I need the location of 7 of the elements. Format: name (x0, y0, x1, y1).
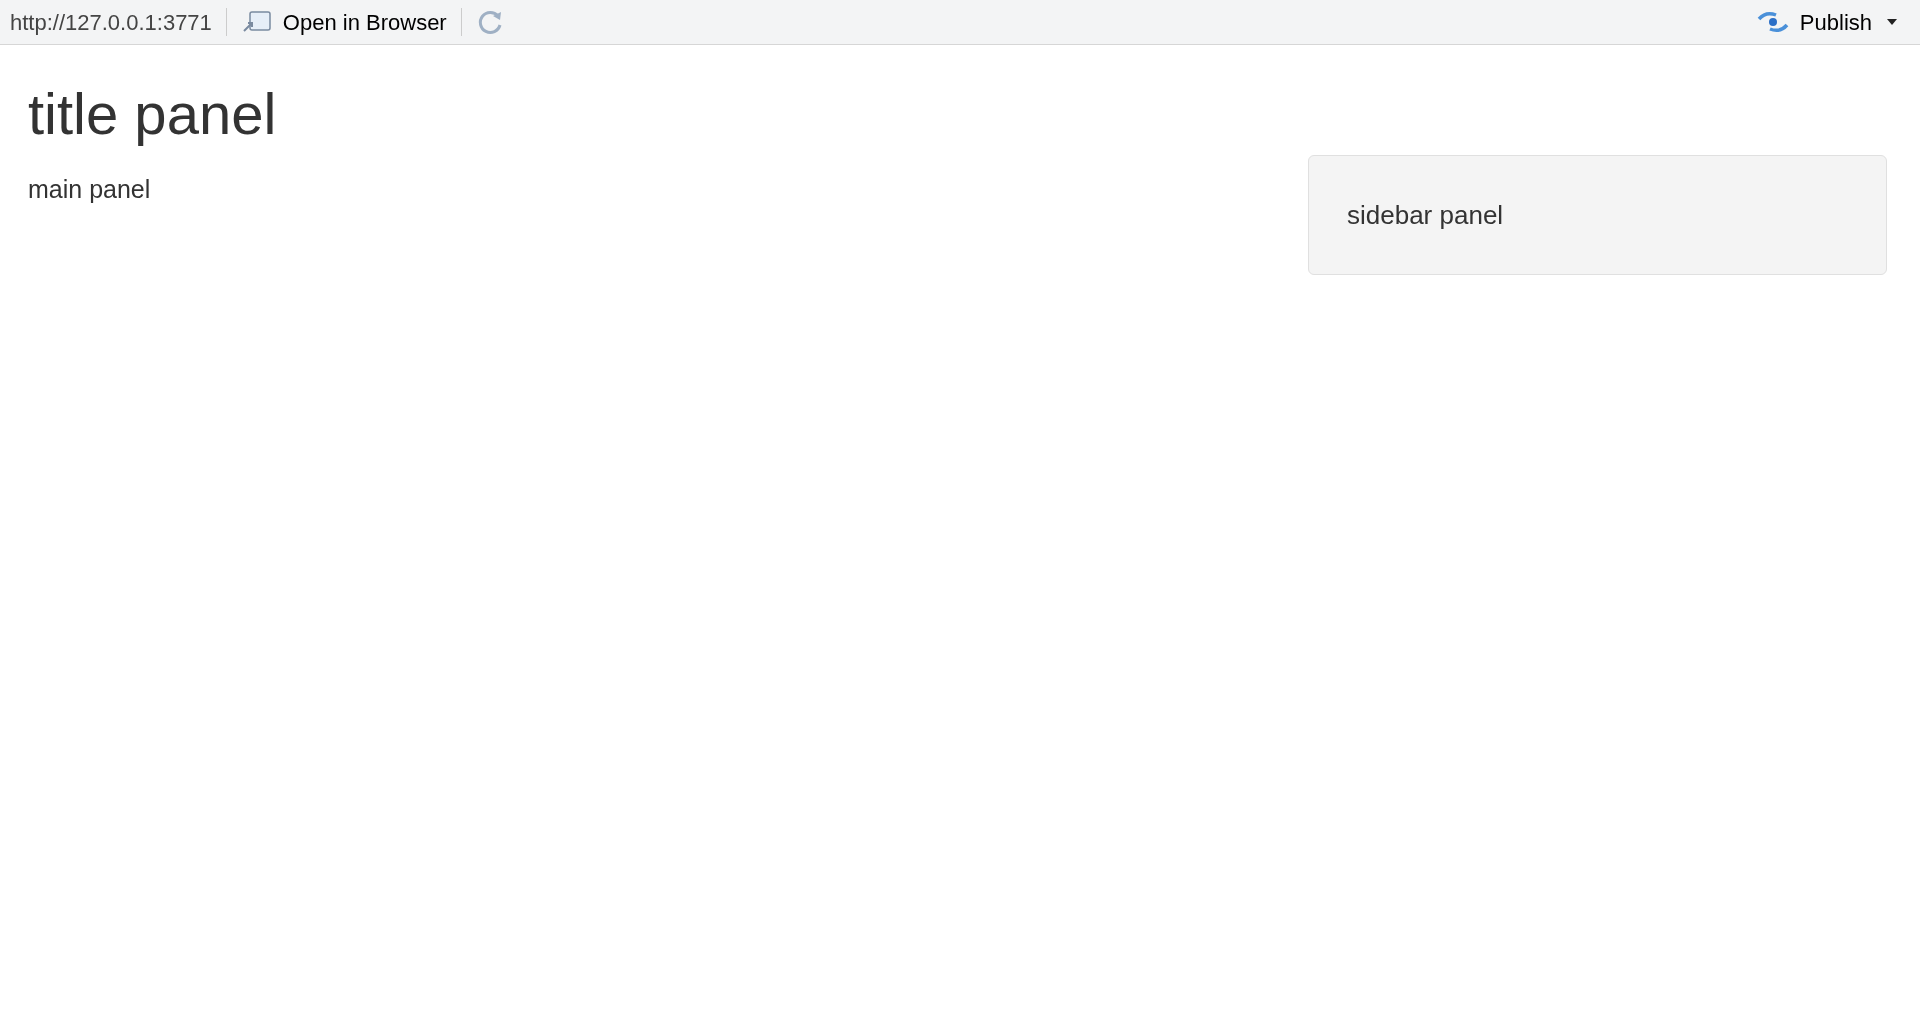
sidebar-panel-text: sidebar panel (1347, 198, 1504, 232)
url-text: http://127.0.0.1:3771 (10, 8, 212, 37)
main-panel-text: main panel (28, 174, 151, 205)
open-in-browser-button[interactable]: Open in Browser (240, 5, 447, 39)
publish-button[interactable]: Publish (1755, 5, 1872, 39)
publish-icon (1755, 10, 1790, 34)
dropdown-caret-icon[interactable] (1886, 18, 1898, 26)
